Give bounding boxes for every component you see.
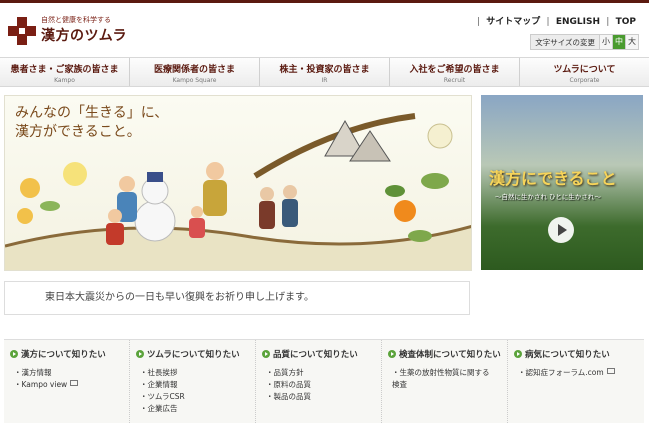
header: 自然と健康を科学する 漢方のツムラ | サイトマップ | ENGLISH | T… xyxy=(0,3,649,57)
list-item[interactable]: Kampo view xyxy=(14,379,125,391)
nav-item-title: 患者さま・ご家族の皆さま xyxy=(10,65,119,75)
list-item[interactable]: 原料の品質 xyxy=(266,379,377,391)
play-icon[interactable] xyxy=(548,217,574,243)
column-heading-label: 漢方について知りたい xyxy=(21,350,106,360)
list-item[interactable]: 製品の品質 xyxy=(266,391,377,403)
arrow-circle-icon xyxy=(10,350,18,358)
nav-item-title: 株主・投資家の皆さま xyxy=(279,65,370,75)
list-item[interactable]: 社長挨拶 xyxy=(140,367,251,379)
nav-item-recruit[interactable]: 入社をご希望の皆さま Recruit xyxy=(390,58,520,86)
column-heading-label: 品質について知りたい xyxy=(273,350,358,360)
link-column-disease: 病気について知りたい 認知症フォーラム.com xyxy=(508,340,634,423)
font-size-medium-button[interactable]: 中 xyxy=(613,34,626,50)
main-nav: 患者さま・ご家族の皆さま Kampo 医療関係者の皆さま Kampo Squar… xyxy=(0,57,649,87)
arrow-circle-icon xyxy=(262,350,270,358)
list-item[interactable]: 生薬の放射性物質に関する検査 xyxy=(392,367,492,391)
font-size-small-button[interactable]: 小 xyxy=(600,34,613,50)
nav-item-patients[interactable]: 患者さま・ご家族の皆さま Kampo xyxy=(0,58,130,86)
earthquake-notice: 東日本大震災からの一日も早い復興をお祈り申し上げます。 xyxy=(4,281,470,315)
nav-item-title: 医療関係者の皆さま xyxy=(153,65,235,75)
external-window-icon xyxy=(70,380,79,386)
column-heading[interactable]: 漢方について知りたい xyxy=(10,348,125,360)
list-item[interactable]: 認知症フォーラム.com xyxy=(518,367,630,379)
hero-banner[interactable]: みんなの「生きる」に、 漢方ができること。 xyxy=(4,95,472,271)
column-heading-label: ツムラについて知りたい xyxy=(147,350,240,360)
list-item[interactable]: 品質方針 xyxy=(266,367,377,379)
hero-headline: みんなの「生きる」に、 漢方ができること。 xyxy=(15,104,275,142)
arrow-circle-icon xyxy=(514,350,522,358)
list-item[interactable]: ツムラCSR xyxy=(140,391,251,403)
logo-name: 漢方のツムラ xyxy=(41,28,128,44)
link-column-tsumura: ツムラについて知りたい 社長挨拶 企業情報 ツムラCSR 企業広告 xyxy=(130,340,256,423)
cross-logo-icon xyxy=(8,17,36,45)
video-title: 漢方にできること xyxy=(489,169,617,188)
list-item[interactable]: 企業情報 xyxy=(140,379,251,391)
nav-item-medical[interactable]: 医療関係者の皆さま Kampo Square xyxy=(130,58,260,86)
font-size-large-button[interactable]: 大 xyxy=(626,34,639,50)
font-size-switcher: 文字サイズの変更 小 中 大 xyxy=(530,34,639,50)
list-item[interactable]: 企業広告 xyxy=(140,403,251,415)
nav-item-title: ツムラについて xyxy=(553,65,616,75)
column-heading[interactable]: ツムラについて知りたい xyxy=(136,348,251,360)
nav-item-title: 入社をご希望の皆さま xyxy=(409,65,500,75)
nav-item-corporate[interactable]: ツムラについて Corporate xyxy=(520,58,649,86)
font-size-label: 文字サイズの変更 xyxy=(530,34,600,50)
link-column-quality: 品質について知りたい 品質方針 原料の品質 製品の品質 xyxy=(256,340,382,423)
column-heading-label: 検査体制について知りたい xyxy=(399,350,501,360)
video-promo[interactable]: 漢方にできること 〜自然に生かされ ひとに生かされ〜 xyxy=(481,95,643,270)
link-column-inspection: 検査体制について知りたい 生薬の放射性物質に関する検査 xyxy=(382,340,508,423)
nav-item-sub: Kampo xyxy=(54,77,75,84)
english-link[interactable]: ENGLISH xyxy=(553,17,603,27)
link-column-kampo: 漢方について知りたい 漢方情報 Kampo view xyxy=(4,340,130,423)
sitemap-link[interactable]: サイトマップ xyxy=(483,17,543,27)
tsumura-logo[interactable]: 自然と健康を科学する 漢方のツムラ xyxy=(8,15,128,51)
arrow-circle-icon xyxy=(388,350,396,358)
external-window-icon xyxy=(606,368,615,374)
nav-item-investors[interactable]: 株主・投資家の皆さま IR xyxy=(260,58,390,86)
nav-item-sub: IR xyxy=(321,77,328,84)
utility-links: | サイトマップ | ENGLISH | TOP xyxy=(477,14,639,27)
column-heading[interactable]: 検査体制について知りたい xyxy=(388,348,503,360)
logo-tagline: 自然と健康を科学する xyxy=(41,16,111,24)
column-heading[interactable]: 病気について知りたい xyxy=(514,348,630,360)
list-item[interactable]: 漢方情報 xyxy=(14,367,125,379)
column-heading[interactable]: 品質について知りたい xyxy=(262,348,377,360)
hero-line-1: みんなの「生きる」に、 xyxy=(15,105,169,121)
nav-item-sub: Corporate xyxy=(569,77,600,84)
nav-item-sub: Recruit xyxy=(443,77,466,84)
video-subtitle: 〜自然に生かされ ひとに生かされ〜 xyxy=(495,193,601,201)
nav-item-sub: Kampo Square xyxy=(172,77,217,84)
quick-links: 漢方について知りたい 漢方情報 Kampo view ツムラについて知りたい 社… xyxy=(4,339,644,423)
column-heading-label: 病気について知りたい xyxy=(525,350,610,360)
top-link[interactable]: TOP xyxy=(613,17,639,27)
arrow-circle-icon xyxy=(136,350,144,358)
hero-line-2: 漢方ができること。 xyxy=(15,124,141,140)
